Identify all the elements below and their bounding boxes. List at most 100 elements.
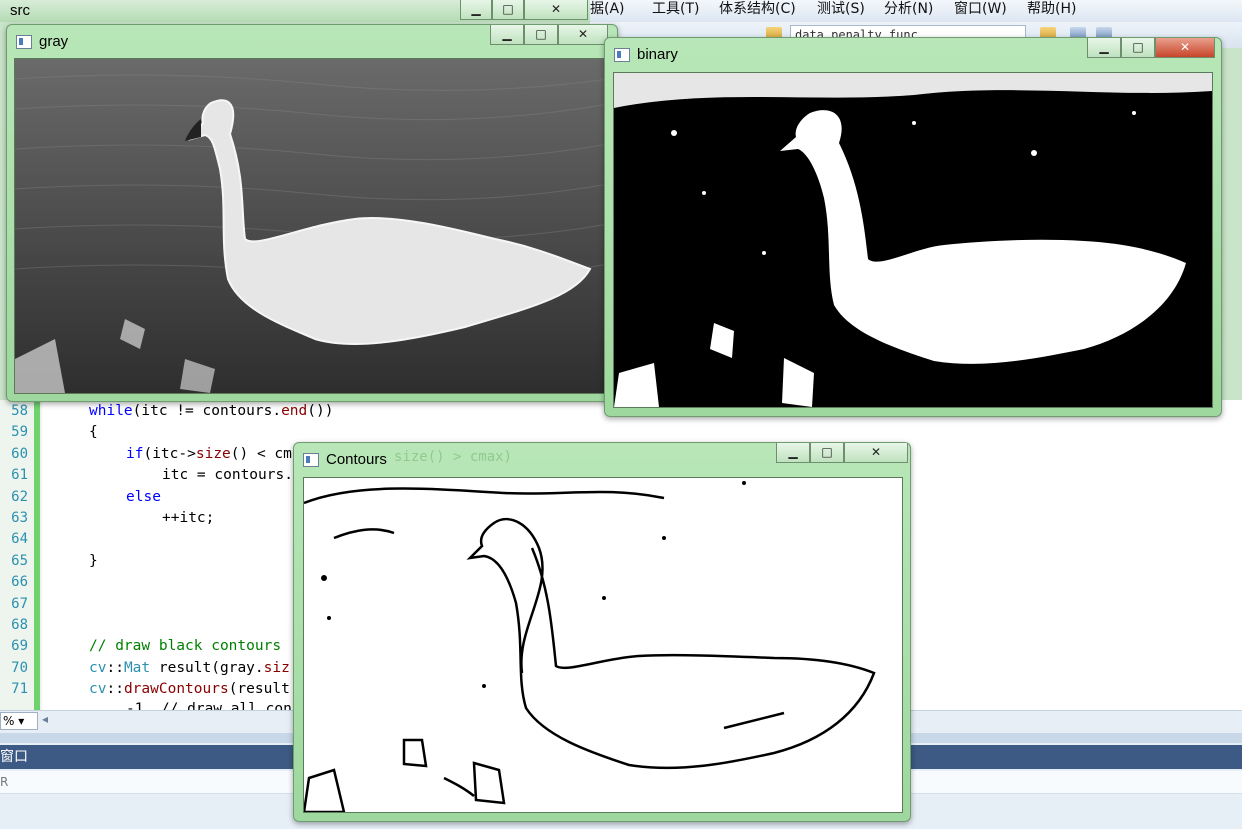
line-number: 71 — [11, 681, 28, 698]
line-number: 65 — [11, 552, 28, 569]
swan-contours-image — [304, 478, 902, 812]
code-token: while — [89, 403, 133, 419]
code-line: cv::Mat result(gray.siz — [89, 658, 290, 679]
line-number: 69 — [11, 638, 28, 655]
contours-ghost-text: size() > cmax) — [394, 449, 513, 465]
binary-image — [613, 72, 1213, 408]
line-number: 70 — [11, 659, 28, 676]
code-token: } — [89, 552, 98, 569]
close-icon: ✕ — [550, 2, 562, 16]
code-token: else — [126, 488, 161, 505]
code-line: { — [89, 422, 98, 443]
line-number: 63 — [11, 510, 28, 526]
app-icon — [303, 453, 319, 467]
binary-window-title: binary — [637, 46, 678, 63]
code-line: } — [89, 551, 98, 572]
scroll-left-icon[interactable]: ◂ — [42, 712, 48, 726]
src-maximize-button[interactable]: □ — [492, 0, 524, 20]
src-close-button[interactable]: ✕ — [524, 0, 588, 20]
binary-minimize-button[interactable]: ▁ — [1087, 38, 1121, 58]
binary-window[interactable]: binary ▁ □ ✕ — [604, 37, 1222, 417]
minimize-icon: ▁ — [502, 27, 512, 41]
line-number: 64 — [11, 531, 28, 548]
app-icon — [614, 48, 630, 62]
menu-window[interactable]: 窗口(W) — [954, 0, 1007, 22]
code-token: ++itc; — [162, 510, 215, 526]
src-window-title: src — [10, 2, 30, 19]
minimize-icon: ▁ — [1099, 40, 1109, 54]
app-icon — [16, 35, 32, 49]
swan-binary-image — [614, 73, 1212, 407]
minimize-icon: ▁ — [788, 445, 798, 459]
src-minimize-button[interactable]: ▁ — [460, 0, 492, 20]
maximize-icon: □ — [821, 445, 833, 459]
code-token: () < cm — [230, 445, 292, 462]
code-line: cv::drawContours(result — [89, 679, 290, 700]
menu-data[interactable]: 据(A) — [590, 0, 625, 22]
maximize-icon: □ — [1132, 40, 1144, 54]
binary-maximize-button[interactable]: □ — [1121, 38, 1155, 58]
line-number: 68 — [11, 617, 28, 633]
code-token: (itc-> — [143, 445, 196, 462]
maximize-icon: □ — [502, 2, 514, 16]
line-number: 67 — [11, 595, 28, 612]
line-number: 58 — [11, 403, 28, 419]
binary-close-button[interactable]: ✕ — [1155, 38, 1215, 58]
zoom-combo[interactable]: % ▾ — [0, 712, 38, 730]
menu-test[interactable]: 测试(S) — [817, 0, 865, 22]
minimize-icon: ▁ — [471, 2, 481, 16]
close-icon: ✕ — [577, 27, 589, 41]
line-number: 59 — [11, 424, 28, 441]
code-token: result(gray. — [150, 659, 264, 676]
line-number: 61 — [11, 467, 28, 484]
menu-tools[interactable]: 工具(T) — [652, 0, 699, 22]
code-token: // draw black contours — [89, 638, 290, 655]
contours-maximize-button[interactable]: □ — [810, 443, 844, 463]
gray-minimize-button[interactable]: ▁ — [490, 25, 524, 45]
contours-minimize-button[interactable]: ▁ — [776, 443, 810, 463]
maximize-icon: □ — [535, 27, 547, 41]
code-line: if(itc->size() < cm — [126, 444, 292, 465]
code-token: cv — [89, 681, 107, 698]
contours-window[interactable]: Contours size() > cmax) ▁ □ ✕ — [293, 442, 911, 822]
gray-maximize-button[interactable]: □ — [524, 25, 558, 45]
code-line: ++itc; — [162, 508, 214, 529]
code-token: cv — [89, 659, 107, 676]
code-line: else — [126, 487, 161, 508]
code-line: // draw black contours — [89, 636, 290, 657]
gray-window-title: gray — [39, 33, 69, 50]
swan-gray-image — [15, 59, 609, 393]
zoom-value: % — [3, 714, 15, 728]
code-token: :: — [106, 681, 124, 698]
code-line: while(itc != contours.end()) — [89, 401, 333, 422]
src-window-titlebar: src ▁ □ ✕ — [0, 0, 620, 22]
line-number: 60 — [11, 445, 28, 462]
code-token: end — [281, 403, 308, 419]
code-token: (result — [228, 681, 290, 698]
code-token: (itc != contours. — [132, 403, 282, 419]
close-icon: ✕ — [1179, 40, 1191, 54]
gray-window[interactable]: gray ▁ □ ✕ — [6, 24, 618, 402]
menu-analyze[interactable]: 分析(N) — [884, 0, 933, 22]
code-token: :: — [106, 659, 124, 676]
menu-architecture[interactable]: 体系结构(C) — [719, 0, 796, 22]
change-indicator-bar — [34, 400, 40, 710]
contours-image — [303, 477, 903, 813]
code-token: drawContours — [123, 681, 229, 698]
code-token: { — [89, 424, 98, 441]
line-number: 66 — [11, 574, 28, 591]
line-number: 62 — [11, 488, 28, 505]
code-token: Mat — [123, 659, 151, 676]
close-icon: ✕ — [870, 445, 882, 459]
code-line: itc = contours. — [162, 465, 293, 486]
contours-window-title: Contours — [326, 451, 387, 468]
code-token: ()) — [307, 403, 334, 419]
contours-close-button[interactable]: ✕ — [844, 443, 908, 463]
gray-close-button[interactable]: ✕ — [558, 25, 608, 45]
gray-image — [14, 58, 610, 394]
code-token: size — [195, 445, 231, 462]
code-token: if — [126, 445, 144, 462]
menu-help[interactable]: 帮助(H) — [1027, 0, 1076, 22]
code-token: itc = contours. — [162, 467, 293, 484]
code-token: siz — [263, 659, 290, 676]
